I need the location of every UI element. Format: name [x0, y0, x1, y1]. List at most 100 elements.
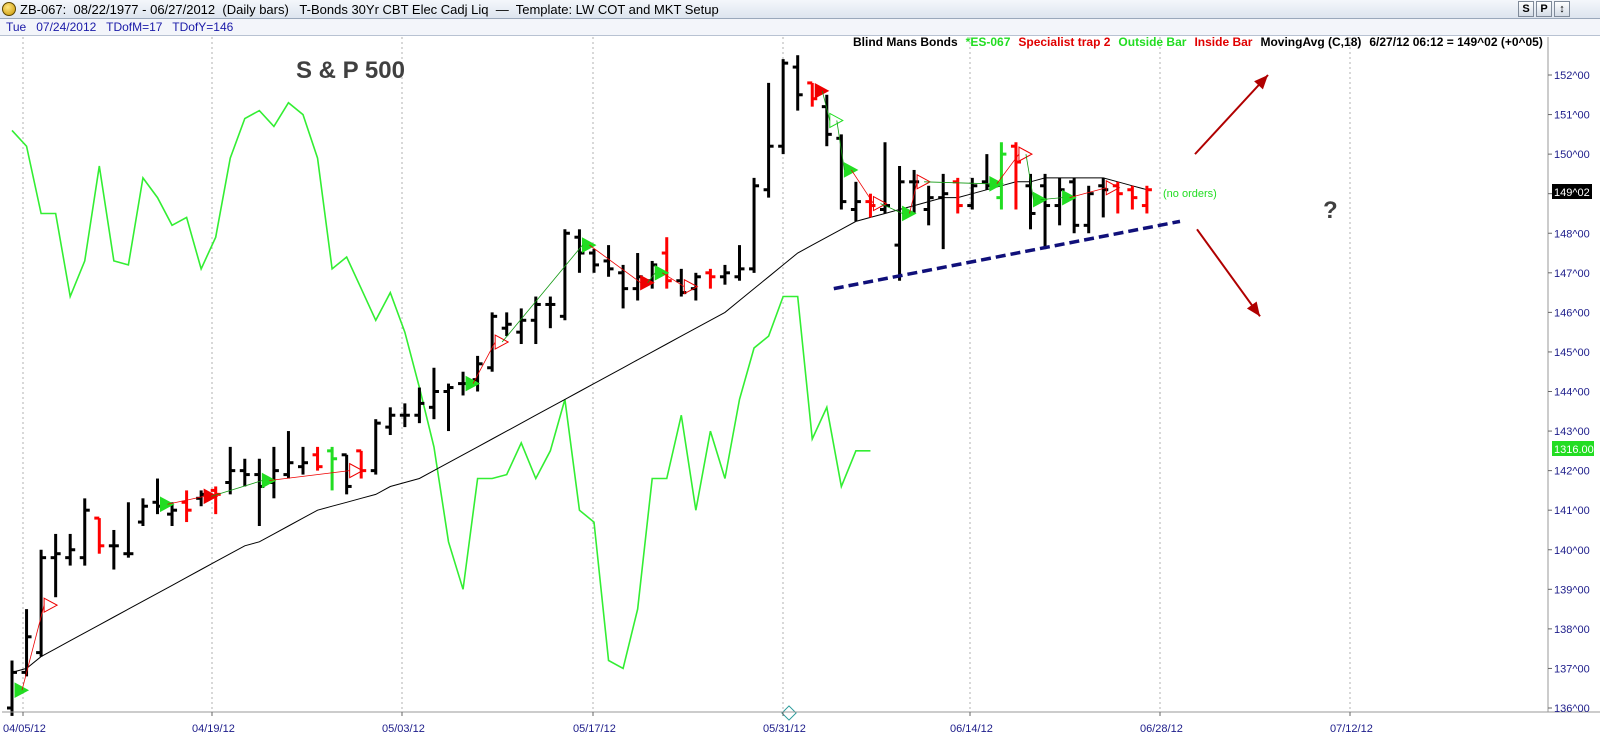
price-chart: 152^00151^00150^00149^00148^00147^00146^…	[2, 35, 1600, 735]
date-tick-label: 04/05/12	[3, 723, 46, 735]
legend-readout: 6/27/12 06:12 = 149^02 (+0^05)	[1369, 35, 1542, 49]
ohlc-bar	[938, 173, 949, 250]
ohlc-bar	[1141, 185, 1152, 214]
ohlc-bar	[312, 446, 323, 471]
ohlc-bar	[65, 533, 76, 566]
arrow-shaft	[1194, 74, 1269, 155]
ohlc-bar	[530, 296, 541, 345]
ohlc-bar	[283, 431, 294, 479]
sp500-label: S & P 500	[296, 57, 405, 84]
ohlc-bar	[254, 458, 265, 527]
date-tick-label: 07/12/12	[1330, 723, 1373, 735]
ohlc-bar	[603, 245, 614, 277]
price-tick-label: 139^00	[1554, 584, 1590, 596]
support-trendline	[833, 219, 1181, 291]
price-tick-label: 144^00	[1554, 387, 1590, 399]
ohlc-bar	[996, 142, 1007, 210]
signal-marker	[43, 597, 59, 613]
ohlc-bar	[210, 486, 221, 515]
ohlc-bar	[327, 446, 338, 491]
ohlc-bar	[108, 529, 119, 570]
ohlc-bar	[94, 516, 105, 554]
date-tick-label: 06/28/12	[1140, 723, 1183, 735]
price-bars-layer	[7, 55, 1152, 716]
signal-connector	[269, 470, 350, 481]
ohlc-bar	[734, 245, 745, 281]
ohlc-bar	[225, 446, 236, 495]
date-tick-label: 05/31/12	[763, 723, 806, 735]
date-tick-label: 05/17/12	[573, 723, 616, 735]
price-tick-label: 152^00	[1554, 70, 1590, 82]
price-tick-label: 150^00	[1554, 149, 1590, 161]
ohlc-bar	[370, 419, 381, 475]
legend-line: Blind Mans Bonds *ES-067 Specialist trap 2…	[853, 35, 1543, 49]
ohlc-bar	[661, 237, 672, 289]
ohlc-bar	[239, 458, 250, 487]
signal-layer	[14, 82, 1121, 699]
price-tick-label: 138^00	[1554, 624, 1590, 636]
price-tick-label: 146^00	[1554, 307, 1590, 319]
price-tick-label: 136^00	[1554, 703, 1590, 715]
date-tick-label: 06/14/12	[950, 723, 993, 735]
ohlc-bar	[850, 181, 861, 222]
signal-marker	[829, 112, 844, 129]
price-tick-label: 137^00	[1554, 663, 1590, 675]
ohlc-bar	[428, 367, 439, 420]
price-tick-label: 147^00	[1554, 268, 1590, 280]
ohlc-bar	[414, 387, 425, 424]
price-tick-label: 148^00	[1554, 228, 1590, 240]
ohlc-bar	[792, 55, 803, 111]
signal-connector	[211, 480, 263, 497]
price-tick-label: 151^00	[1554, 110, 1590, 122]
ohlc-bar	[298, 446, 308, 475]
no-orders-label: (no orders)	[1163, 188, 1217, 200]
ohlc-bar	[967, 177, 978, 210]
arrow-shaft	[1196, 228, 1261, 317]
ohlc-bar	[516, 308, 527, 345]
ohlc-bar	[268, 446, 279, 499]
grid-layer	[22, 37, 1351, 712]
price-tick-label: 141^00	[1554, 505, 1590, 517]
event-marker-icon	[781, 705, 797, 721]
ohlc-bar	[137, 498, 148, 527]
ohlc-bar	[690, 272, 701, 301]
legend-specialist: Specialist trap 2	[1018, 35, 1110, 49]
arrow-head	[1246, 301, 1260, 317]
signal-marker	[1018, 146, 1034, 162]
ohlc-bar	[1127, 185, 1138, 210]
legend-inside: Inside Bar	[1194, 35, 1252, 49]
ohlc-bar	[443, 383, 454, 432]
question-mark: ?	[1323, 197, 1338, 224]
signal-connector	[501, 244, 583, 343]
ohlc-bar	[749, 177, 760, 273]
legend-sp-symbol: *ES-067	[966, 35, 1011, 49]
ohlc-bar	[79, 498, 90, 566]
ohlc-bar	[123, 502, 134, 558]
legend-ma: MovingAvg (C,18)	[1260, 35, 1361, 49]
ohlc-bar	[618, 264, 629, 309]
ohlc-bar	[399, 403, 410, 428]
ohlc-bar	[923, 185, 934, 226]
legend-symbol: Blind Mans Bonds	[853, 35, 958, 49]
sp500-line	[11, 101, 871, 670]
signal-marker	[14, 682, 30, 699]
up-arrow	[1194, 74, 1269, 155]
axis-layer: 152^00151^00150^00149^00148^00147^00146^…	[2, 37, 1600, 735]
ohlc-bar	[763, 82, 774, 198]
ohlc-bar	[894, 165, 905, 281]
price-tick-label: 145^00	[1554, 347, 1590, 359]
ohlc-bar	[356, 449, 367, 479]
ohlc-bar	[50, 533, 61, 598]
date-tick-label: 04/19/12	[192, 723, 235, 735]
down-arrow	[1196, 228, 1261, 317]
ohlc-bar	[719, 264, 730, 285]
price-tag: 149^02	[1554, 187, 1590, 199]
price-tick-label: 142^00	[1554, 466, 1590, 478]
ohlc-bar	[778, 59, 789, 155]
ohlc-bar	[385, 407, 396, 436]
ohlc-bar	[1040, 173, 1051, 250]
ohlc-bar	[545, 296, 556, 329]
ohlc-bar	[1069, 177, 1080, 234]
ohlc-bar	[589, 249, 599, 273]
price-tick-label: 140^00	[1554, 545, 1590, 557]
